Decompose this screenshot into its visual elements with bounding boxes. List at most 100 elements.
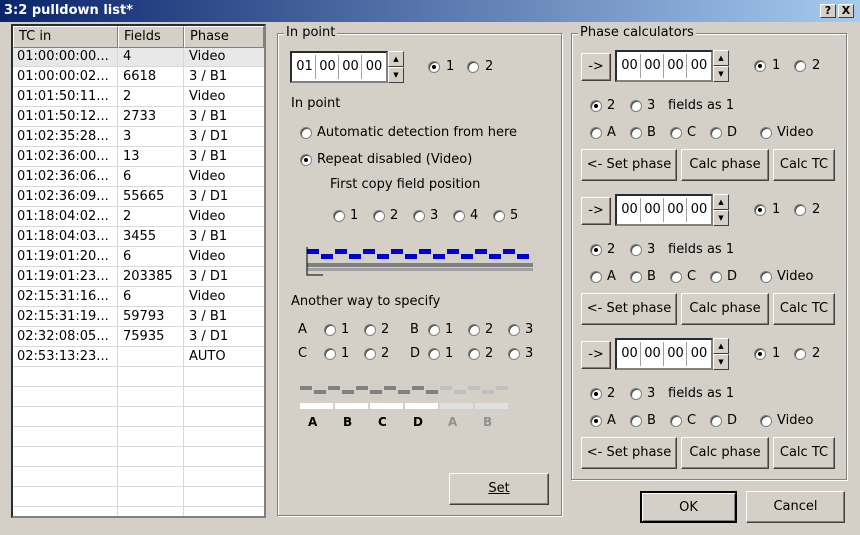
phase-A-radio[interactable] bbox=[590, 415, 602, 427]
set-phase-button[interactable]: <- Set phase bbox=[581, 437, 677, 469]
in-point-field-2-radio[interactable] bbox=[467, 61, 479, 73]
phase-B-3-radio[interactable] bbox=[508, 324, 520, 336]
table-row[interactable]: 01:01:50:12... 2733 3 / B1 bbox=[13, 108, 264, 127]
phase-D-2-radio[interactable] bbox=[468, 348, 480, 360]
calc-field-1-radio[interactable] bbox=[754, 60, 766, 72]
phase-D-radio[interactable] bbox=[710, 127, 722, 139]
video-radio[interactable] bbox=[760, 127, 772, 139]
phase-C-1-radio[interactable] bbox=[324, 348, 336, 360]
calc-tc-button[interactable]: Calc TC bbox=[773, 293, 835, 325]
phase-B-radio[interactable] bbox=[630, 271, 642, 283]
fields-2-radio[interactable] bbox=[590, 388, 602, 400]
table-row[interactable]: 02:15:31:16... 6 Video bbox=[13, 288, 264, 307]
field-position-2-radio[interactable] bbox=[373, 210, 385, 222]
in-point-timecode[interactable]: 01 00 00 00 bbox=[290, 51, 388, 83]
set-button[interactable]: Set bbox=[449, 473, 549, 505]
fields-2-radio[interactable] bbox=[590, 244, 602, 256]
calc-timecode[interactable]: 00 00 00 00 bbox=[615, 338, 713, 370]
tc-part[interactable]: 00 bbox=[665, 54, 687, 78]
auto-detect-radio[interactable] bbox=[300, 127, 312, 139]
table-row[interactable]: 01:01:50:11... 2 Video bbox=[13, 88, 264, 107]
tc-part[interactable]: 00 bbox=[665, 198, 687, 222]
table-row[interactable]: 01:02:36:06... 6 Video bbox=[13, 168, 264, 187]
apply-arrow-button[interactable]: -> bbox=[581, 53, 611, 81]
calc-field-2-radio[interactable] bbox=[794, 60, 806, 72]
phase-C-radio[interactable] bbox=[670, 415, 682, 427]
table-row[interactable]: 01:02:36:09... 55665 3 / D1 bbox=[13, 188, 264, 207]
table-row[interactable]: 01:19:01:20... 6 Video bbox=[13, 248, 264, 267]
phase-C-2-radio[interactable] bbox=[364, 348, 376, 360]
tc-frames[interactable]: 00 bbox=[363, 55, 385, 79]
calc-phase-button[interactable]: Calc phase bbox=[681, 293, 769, 325]
phase-C-radio[interactable] bbox=[670, 127, 682, 139]
tc-part[interactable]: 00 bbox=[619, 198, 641, 222]
table-row[interactable]: 01:19:01:23... 203385 3 / D1 bbox=[13, 268, 264, 287]
tc-part[interactable]: 00 bbox=[619, 342, 641, 366]
tc-hours[interactable]: 01 bbox=[294, 55, 316, 79]
tc-part[interactable]: 00 bbox=[619, 54, 641, 78]
tc-part[interactable]: 00 bbox=[642, 342, 664, 366]
apply-arrow-button[interactable]: -> bbox=[581, 341, 611, 369]
repeat-disabled-radio[interactable] bbox=[300, 154, 312, 166]
fields-3-radio[interactable] bbox=[630, 100, 642, 112]
field-position-3-radio[interactable] bbox=[413, 210, 425, 222]
spin-down-icon[interactable]: ▼ bbox=[713, 354, 729, 370]
phase-D-3-radio[interactable] bbox=[508, 348, 520, 360]
table-row[interactable]: 02:32:08:05... 75935 3 / D1 bbox=[13, 328, 264, 347]
pulldown-list[interactable]: TC in Fields Phase 01:00:00:00... 4 Video 0… bbox=[11, 24, 266, 518]
calc-phase-button[interactable]: Calc phase bbox=[681, 149, 769, 181]
field-position-4-radio[interactable] bbox=[453, 210, 465, 222]
cancel-button[interactable]: Cancel bbox=[746, 491, 845, 523]
tc-part[interactable]: 00 bbox=[688, 54, 710, 78]
table-row[interactable]: 01:00:00:02... 6618 3 / B1 bbox=[13, 68, 264, 87]
phase-A-radio[interactable] bbox=[590, 127, 602, 139]
tc-part[interactable]: 00 bbox=[665, 342, 687, 366]
spin-down-icon[interactable]: ▼ bbox=[388, 67, 404, 83]
spin-up-icon[interactable]: ▲ bbox=[713, 194, 729, 210]
table-row[interactable]: 02:53:13:23... AUTO bbox=[13, 348, 264, 367]
header-tc-in[interactable]: TC in bbox=[13, 26, 118, 48]
close-button[interactable]: X bbox=[838, 4, 854, 18]
help-button[interactable]: ? bbox=[820, 4, 836, 18]
video-radio[interactable] bbox=[760, 415, 772, 427]
fields-3-radio[interactable] bbox=[630, 388, 642, 400]
table-row[interactable]: 01:02:36:00... 13 3 / B1 bbox=[13, 148, 264, 167]
tc-part[interactable]: 00 bbox=[688, 342, 710, 366]
video-radio[interactable] bbox=[760, 271, 772, 283]
phase-B-1-radio[interactable] bbox=[428, 324, 440, 336]
table-row[interactable]: 01:18:04:03... 3455 3 / B1 bbox=[13, 228, 264, 247]
ok-button[interactable]: OK bbox=[640, 491, 737, 523]
table-row[interactable]: 01:00:00:00... 4 Video bbox=[13, 48, 264, 67]
header-fields[interactable]: Fields bbox=[118, 26, 184, 48]
calc-timecode[interactable]: 00 00 00 00 bbox=[615, 50, 713, 82]
tc-part[interactable]: 00 bbox=[688, 198, 710, 222]
spin-up-icon[interactable]: ▲ bbox=[388, 51, 404, 67]
spin-up-icon[interactable]: ▲ bbox=[713, 50, 729, 66]
table-row[interactable]: 01:02:35:28... 3 3 / D1 bbox=[13, 128, 264, 147]
phase-A-radio[interactable] bbox=[590, 271, 602, 283]
tc-minutes[interactable]: 00 bbox=[317, 55, 339, 79]
tc-part[interactable]: 00 bbox=[642, 54, 664, 78]
set-phase-button[interactable]: <- Set phase bbox=[581, 293, 677, 325]
apply-arrow-button[interactable]: -> bbox=[581, 197, 611, 225]
phase-D-1-radio[interactable] bbox=[428, 348, 440, 360]
calc-tc-button[interactable]: Calc TC bbox=[773, 437, 835, 469]
in-point-field-1-radio[interactable] bbox=[428, 61, 440, 73]
calc-field-1-radio[interactable] bbox=[754, 348, 766, 360]
phase-B-radio[interactable] bbox=[630, 415, 642, 427]
phase-A-2-radio[interactable] bbox=[364, 324, 376, 336]
calc-spinner[interactable]: ▲ ▼ bbox=[713, 194, 729, 226]
calc-field-1-radio[interactable] bbox=[754, 204, 766, 216]
spin-down-icon[interactable]: ▼ bbox=[713, 66, 729, 82]
phase-C-radio[interactable] bbox=[670, 271, 682, 283]
spin-up-icon[interactable]: ▲ bbox=[713, 338, 729, 354]
in-point-spinner[interactable]: ▲ ▼ bbox=[388, 51, 404, 83]
header-phase[interactable]: Phase bbox=[184, 26, 264, 48]
field-position-5-radio[interactable] bbox=[493, 210, 505, 222]
tc-part[interactable]: 00 bbox=[642, 198, 664, 222]
calc-spinner[interactable]: ▲ ▼ bbox=[713, 50, 729, 82]
phase-B-2-radio[interactable] bbox=[468, 324, 480, 336]
set-phase-button[interactable]: <- Set phase bbox=[581, 149, 677, 181]
calc-field-2-radio[interactable] bbox=[794, 348, 806, 360]
calc-field-2-radio[interactable] bbox=[794, 204, 806, 216]
